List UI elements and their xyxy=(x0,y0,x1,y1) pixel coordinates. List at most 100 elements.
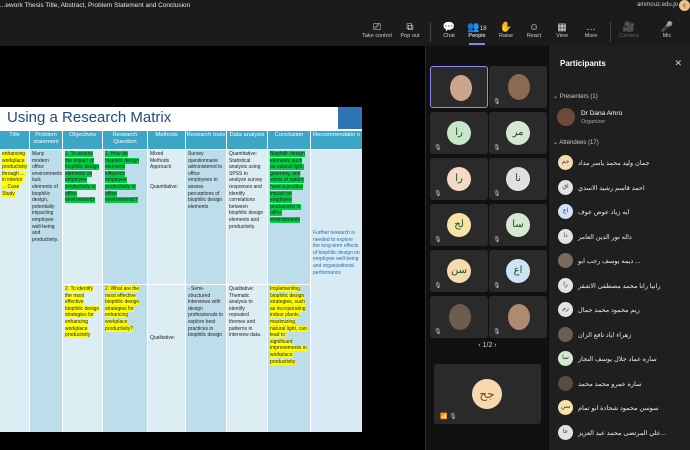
attendee-name: زهراء اياد نافع الزان xyxy=(578,331,632,339)
participant-avatar: را xyxy=(447,121,471,145)
cell-conclusion-2: Implementing biophilic design strategies… xyxy=(268,285,310,432)
slide-title: Using a Research Matrix xyxy=(7,109,172,126)
participant-tile[interactable]: مر 🎙 xyxy=(489,112,547,154)
participant-avatar: اع xyxy=(506,259,530,283)
attendees-section[interactable]: ⌄ Attendees (17) xyxy=(553,139,599,146)
cell-objective-1: 1. To assess the impact of biophilic des… xyxy=(63,150,102,284)
slide-accent-stripe xyxy=(338,107,362,129)
take-control-button[interactable]: ⎚ Take control xyxy=(360,22,394,44)
participant-tile[interactable]: 🎙 xyxy=(489,296,547,338)
chevron-right-icon[interactable]: › xyxy=(492,342,496,349)
gallery-pager[interactable]: ‹ 1/2 › xyxy=(426,342,549,349)
more-button[interactable]: … More xyxy=(574,22,608,44)
mic-button[interactable]: 🎤 Mic xyxy=(650,22,684,44)
cell-recommendation: Further research is needed to explore th… xyxy=(311,150,362,432)
avatar: عا xyxy=(558,424,573,440)
cell-title: enhancing workplace productivity through… xyxy=(0,150,29,432)
attendee-row[interactable]: عا علي المرتضى محمد عبد العزيز... xyxy=(558,424,688,445)
shared-slide: Using a Research Matrix Title Problem st… xyxy=(0,107,362,432)
attendee-name: علي المرتضى محمد عبد العزيز... xyxy=(578,429,667,437)
cell-methods-2: Qualitative: xyxy=(148,285,185,432)
attendee-row[interactable]: را رانيا رانا محمد مصطفى الاشقر xyxy=(558,277,688,298)
attendee-row[interactable]: اع ايه زياد عوض عوف xyxy=(558,204,688,224)
participant-tile[interactable] xyxy=(430,66,488,108)
self-avatar: جح xyxy=(472,379,502,409)
avatar: سا xyxy=(558,351,573,366)
attendee-name: ريم محمود محمد جمال xyxy=(578,307,640,314)
attendee-name: ساره عماد جلال يوسف النجار xyxy=(578,356,657,363)
attendee-row[interactable]: ساره عمرو محمد محمد xyxy=(558,375,688,396)
attendee-row[interactable]: ديمه يوسف رجب ابو ... xyxy=(558,253,688,273)
cell-problem: Many modern office environments lack ele… xyxy=(30,150,62,432)
toolbar-divider xyxy=(610,22,611,42)
avatar: اع xyxy=(558,204,573,219)
mic-off-icon: 🎙 xyxy=(434,329,442,335)
header-conclusion: Conclusion xyxy=(268,131,310,149)
participant-avatar: را xyxy=(447,167,471,191)
pop-out-button[interactable]: ⧉ Pop out xyxy=(393,22,427,44)
slide-title-bar: Using a Research Matrix xyxy=(0,107,362,129)
participant-tile[interactable]: را 🎙 xyxy=(430,158,488,200)
attendee-name: احمد قاسم رشيد الاسدي xyxy=(578,184,645,192)
participant-tile[interactable]: اع 🎙 xyxy=(489,250,547,292)
mic-off-icon: 🎙 xyxy=(493,99,501,105)
mic-off-icon: 🎙 xyxy=(493,237,501,243)
ellipsis-icon: … xyxy=(586,22,596,33)
header-recommendation: Recommendatio n xyxy=(311,131,362,149)
presenter-row[interactable]: Dr Dana Amro Organizer xyxy=(557,108,687,130)
header-title: Title xyxy=(0,131,29,149)
teams-meeting-window: ...ework Thesis Title, Abstract, Problem… xyxy=(0,0,690,450)
cell-question-1: 1. How do biophilic design elements infl… xyxy=(103,150,147,284)
avatar xyxy=(558,326,573,342)
attendee-row[interactable]: دا داله نور الدين العامر xyxy=(558,228,688,249)
participants-title: Participants xyxy=(560,59,606,68)
avatar: را xyxy=(558,277,573,293)
mic-off-icon: 🎙 xyxy=(434,237,442,243)
attendee-row[interactable]: اق احمد قاسم رشيد الاسدي xyxy=(558,179,688,200)
take-control-icon: ⎚ xyxy=(373,22,381,33)
participant-avatar: لج xyxy=(447,213,471,237)
attendee-name: ساره عمرو محمد محمد xyxy=(578,380,642,388)
header-methods: Methods xyxy=(148,131,185,149)
close-icon[interactable]: ✕ xyxy=(674,58,682,69)
attendee-name: رانيا رانا محمد مصطفى الاشقر xyxy=(578,282,661,290)
pop-out-icon: ⧉ xyxy=(406,22,414,33)
toolbar-divider xyxy=(430,22,431,42)
mic-off-icon: 🎤 xyxy=(660,22,674,33)
cell-objective-2: 2. To identify the most effective biophi… xyxy=(63,285,102,432)
avatar: سن xyxy=(558,400,573,415)
signal-icon: 📶 🎙 xyxy=(440,414,457,420)
cell-question-2: 2. What are the most effective biophilic… xyxy=(103,285,147,432)
participant-tile[interactable]: را 🎙 xyxy=(430,112,488,154)
participant-avatar: نا xyxy=(506,167,530,191)
attendee-row[interactable]: سا ساره عماد جلال يوسف النجار xyxy=(558,351,688,371)
attendee-row[interactable]: رم ريم محمود محمد جمال xyxy=(558,302,688,322)
participant-tile[interactable]: 🎙 xyxy=(430,296,488,338)
mic-off-icon: 🎙 xyxy=(493,145,501,151)
mic-off-icon: 🎙 xyxy=(493,283,501,289)
attendee-row[interactable]: سن سوسن محمود شحادة ابو تمام xyxy=(558,400,688,420)
participant-avatar: مر xyxy=(506,121,530,145)
camera-button[interactable]: 🎥 Camera xyxy=(612,22,646,44)
header-research-tools: Research tools xyxy=(186,131,226,149)
attendee-name: ايه زياد عوض عوف xyxy=(578,209,630,216)
participant-tile[interactable]: لج 🎙 xyxy=(430,204,488,246)
shared-screen-stage: Using a Research Matrix Title Problem st… xyxy=(0,46,425,450)
account-avatar[interactable]: ج xyxy=(679,0,690,11)
participant-tile[interactable]: سن 🎙 xyxy=(430,250,488,292)
presenters-section[interactable]: ⌄ Presenters (1) xyxy=(553,93,598,100)
header-objectives: Objectives xyxy=(63,131,102,149)
self-video-tile[interactable]: جح 📶 🎙 xyxy=(434,364,541,424)
avatar: دا xyxy=(558,228,573,244)
cell-tools-2: - Semi-structured interviews with design… xyxy=(186,285,226,432)
window-title: ...ework Thesis Title, Abstract, Problem… xyxy=(0,2,191,9)
mic-off-icon: 🎙 xyxy=(493,191,501,197)
attendee-row[interactable]: زهراء اياد نافع الزان xyxy=(558,326,688,347)
participant-tile[interactable]: نا 🎙 xyxy=(489,158,547,200)
participant-tile[interactable]: 🎙 xyxy=(489,66,547,108)
cell-tools-1: Survey questionnaire administered to off… xyxy=(186,150,226,284)
attendee-row[interactable]: جم جمان وليد محمد ياسر مداد xyxy=(558,155,688,175)
mic-off-icon: 🎙 xyxy=(434,283,442,289)
mic-off-icon: 🎙 xyxy=(493,329,501,335)
participant-tile[interactable]: سا 🎙 xyxy=(489,204,547,246)
